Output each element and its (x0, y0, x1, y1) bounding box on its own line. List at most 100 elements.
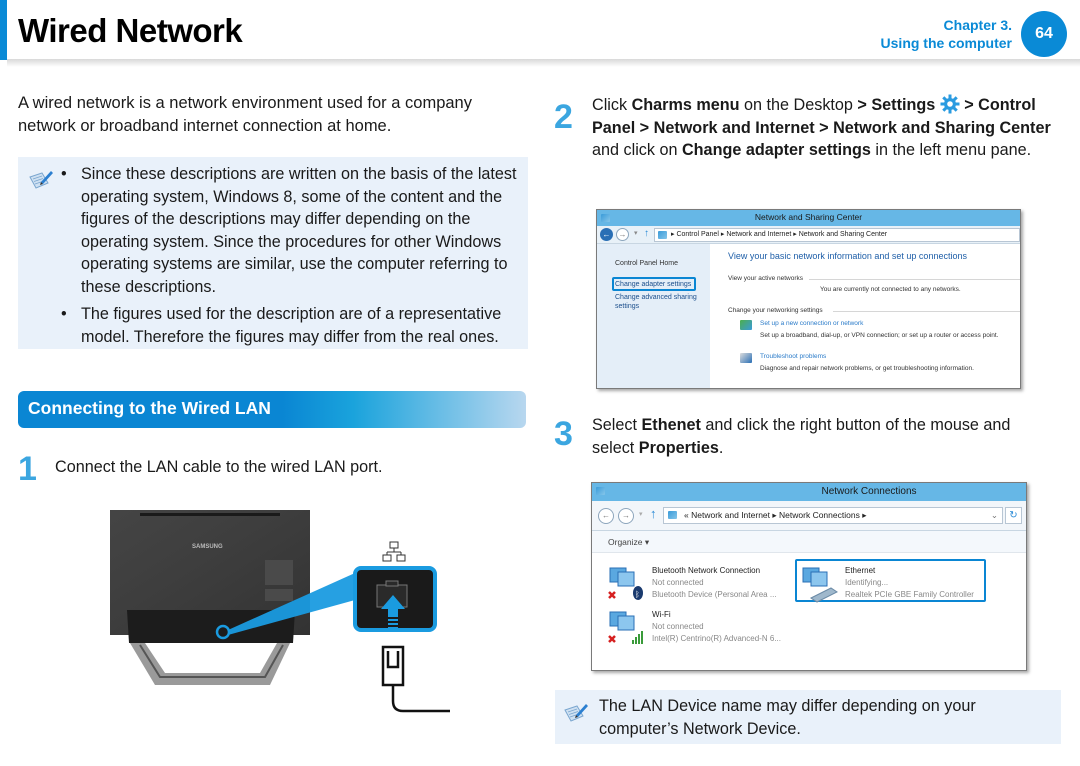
step-text-segment: on the Desktop (739, 96, 858, 114)
address-row: ← → ▾ ↑ ▸ Control Panel ▸ Network and In… (597, 226, 1020, 244)
svg-text:ᛒ: ᛒ (635, 590, 640, 599)
section-header: Connecting to the Wired LAN (18, 391, 526, 428)
lan-cable-plug-icon (381, 645, 450, 713)
step-3-text: Select Ethenet and click the right butto… (592, 414, 1052, 459)
header-accent-bar (0, 0, 7, 60)
step-text-segment: Ethenet (641, 416, 701, 434)
window-title: Network and Sharing Center (754, 212, 863, 222)
step-number: 3 (554, 415, 573, 453)
troubleshoot-icon (740, 353, 752, 363)
breadcrumb-item[interactable]: Network and Internet (726, 231, 791, 238)
up-arrow-icon[interactable]: ↑ (650, 506, 657, 521)
connection-item-bluetooth[interactable]: ᛒ Bluetooth Network Connection Not conne… (608, 566, 798, 606)
intro-paragraph: A wired network is a network environment… (18, 94, 472, 135)
back-button[interactable]: ← (600, 228, 613, 241)
connection-status: Identifying... (845, 578, 889, 587)
step-2-text: Click Charms menu on the Desktop > Setti… (592, 94, 1052, 162)
address-bar[interactable]: ▸ Control Panel ▸ Network and Internet ▸… (654, 228, 1020, 242)
connection-status: Not connected (652, 622, 704, 631)
note-bullet: The figures used for the description are… (58, 303, 528, 348)
chapter-number: Chapter 3. (943, 17, 1012, 33)
control-panel-home-link[interactable]: Control Panel Home (615, 259, 678, 268)
connection-item-wifi[interactable]: Wi-Fi Not connected Intel(R) Centrino(R)… (608, 610, 798, 650)
step-text-segment: Click (592, 96, 632, 114)
address-bar[interactable]: « Network and Internet ▸ Network Connect… (663, 507, 1003, 524)
step-text-segment: Properties (638, 438, 719, 457)
setup-connection-desc: Set up a broadband, dial-up, or VPN conn… (760, 332, 999, 339)
setup-connection-link[interactable]: Set up a new connection or network (760, 320, 863, 327)
step-1-text: Connect the LAN cable to the wired LAN p… (55, 456, 515, 479)
window-titlebar: Network Connections (592, 483, 1026, 501)
header-divider (7, 59, 1080, 67)
section-title: Connecting to the Wired LAN (28, 398, 271, 418)
recent-dropdown-icon[interactable]: ▾ (634, 229, 638, 237)
page-number-badge: 64 (1021, 11, 1067, 57)
note-bullet-list: Since these descriptions are written on … (58, 163, 528, 353)
note-box: The LAN Device name may differ depending… (555, 690, 1061, 744)
recent-dropdown-icon[interactable]: ▾ (639, 510, 643, 518)
breadcrumb-item[interactable]: Network Connections (779, 510, 860, 520)
toolbar: Organize ▾ (592, 531, 1026, 553)
step-text-segment: in the left menu pane. (870, 141, 1032, 159)
network-port-icon (382, 541, 406, 562)
step-text-segment: Change adapter settings (681, 141, 871, 159)
ethernet-adapter-icon (802, 567, 838, 603)
change-advanced-sharing-link[interactable]: Change advanced sharing settings (615, 293, 697, 311)
address-dropdown-icon[interactable]: ⌄ (991, 508, 998, 523)
step-text-segment: . (718, 438, 724, 457)
wifi-adapter-icon (608, 611, 643, 644)
main-heading: View your basic network information and … (728, 251, 967, 261)
organize-menu[interactable]: Organize ▾ (608, 537, 649, 548)
connection-name: Ethernet (845, 566, 876, 575)
note-box: Since these descriptions are written on … (18, 157, 528, 349)
left-menu-pane: Control Panel Home Change adapter settin… (597, 244, 710, 388)
window-title: Network Connections (821, 486, 917, 497)
note-pencil-icon (564, 704, 588, 722)
connection-device: Bluetooth Device (Personal Area ... (652, 590, 777, 599)
back-button[interactable]: ← (598, 508, 614, 524)
breadcrumb-item[interactable]: Network and Sharing Center (799, 231, 887, 238)
note-text: The LAN Device name may differ depending… (599, 697, 976, 738)
address-row: ← → ▾ ↑ « Network and Internet ▸ Network… (592, 501, 1026, 531)
troubleshoot-link[interactable]: Troubleshoot problems (760, 353, 826, 360)
forward-button[interactable]: → (618, 508, 634, 524)
sharing-center-window: Network and Sharing Center ← → ▾ ↑ ▸ Con… (596, 209, 1021, 389)
step-text-segment: Charms menu (631, 96, 740, 114)
connection-name: Wi-Fi (652, 610, 671, 619)
window-titlebar: Network and Sharing Center (597, 210, 1020, 226)
chapter-label: Chapter 3. Using the computer (881, 16, 1012, 52)
page-title: Wired Network (18, 12, 243, 49)
new-connection-icon (740, 320, 752, 330)
note-pencil-icon (29, 171, 53, 189)
change-settings-label: Change your networking settings (728, 307, 823, 314)
active-networks-label: View your active networks (728, 275, 804, 282)
control-panel-icon (658, 231, 667, 239)
connection-device: Intel(R) Centrino(R) Advanced-N 6... (652, 634, 781, 643)
network-icon (596, 487, 605, 495)
up-arrow-icon[interactable]: ↑ (644, 228, 649, 239)
connection-item-ethernet[interactable]: Ethernet Identifying... Realtek PCIe GBE… (801, 566, 986, 606)
connection-status: Not connected (652, 578, 704, 587)
not-connected-message: You are currently not connected to any n… (820, 286, 961, 293)
connection-name: Bluetooth Network Connection (652, 566, 761, 575)
settings-gear-icon (940, 94, 960, 114)
step-number: 1 (18, 450, 37, 488)
breadcrumb-item[interactable]: Network and Internet (691, 510, 770, 520)
network-connections-window: Network Connections ← → ▾ ↑ « Network an… (591, 482, 1027, 671)
troubleshoot-desc: Diagnose and repair network problems, or… (760, 365, 974, 372)
computer-back-view (110, 510, 310, 685)
change-adapter-settings-link[interactable]: Change adapter settings (615, 280, 691, 289)
forward-button[interactable]: → (616, 228, 629, 241)
step-text-segment: > Settings (857, 96, 940, 114)
network-computers-icon: ᛒ (608, 567, 643, 600)
refresh-button[interactable]: ↻ (1005, 507, 1022, 524)
step-text-segment: Select (592, 416, 642, 434)
brand-label: SAMSUNG (192, 544, 223, 550)
chapter-title: Using the computer (880, 35, 1012, 51)
lan-connection-illustration: SAMSUNG (110, 510, 450, 713)
step-number: 2 (554, 98, 573, 136)
breadcrumb-item[interactable]: Control Panel (676, 231, 718, 238)
network-folder-icon (668, 511, 677, 519)
connection-device: Realtek PCIe GBE Family Controller (845, 590, 974, 599)
step-text-segment: Connect the LAN cable to the wired LAN p… (55, 458, 383, 476)
